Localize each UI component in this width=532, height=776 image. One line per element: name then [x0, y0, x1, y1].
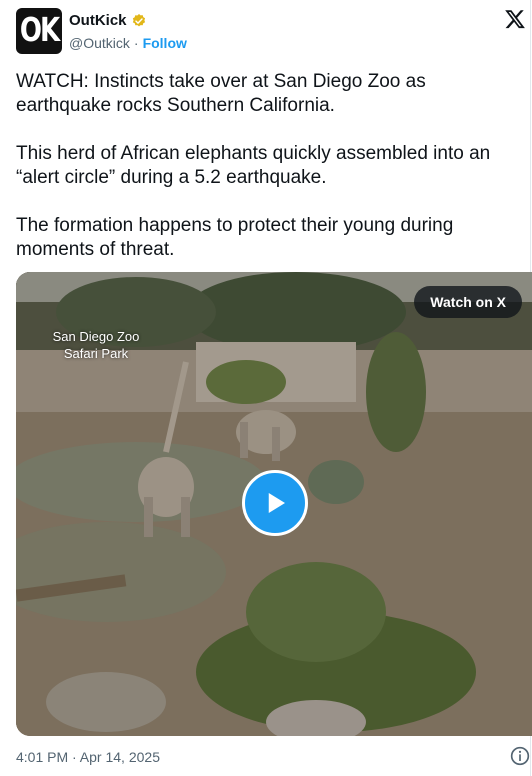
video-player[interactable]: San Diego Zoo Safari Park Watch on X: [16, 272, 532, 736]
tweet-text: WATCH: Instincts take over at San Diego …: [16, 70, 521, 286]
watch-on-x-button[interactable]: Watch on X: [414, 286, 522, 318]
tweet-paragraph: This herd of African elephants quickly a…: [16, 143, 491, 188]
follow-button[interactable]: Follow: [143, 35, 187, 51]
author-handle-row: @Outkick · Follow: [69, 35, 187, 51]
x-logo-icon[interactable]: [504, 8, 526, 30]
tweet-timestamp[interactable]: 4:01 PM · Apr 14, 2025: [16, 749, 160, 765]
play-button[interactable]: [242, 470, 308, 536]
avatar-logo-text: OK: [19, 12, 60, 50]
author-name-row: OutKick: [69, 12, 147, 29]
tweet-paragraph: WATCH: Instincts take over at San Diego …: [16, 71, 426, 116]
author-handle[interactable]: @Outkick: [69, 35, 130, 51]
separator-dot: ·: [133, 35, 139, 51]
avatar[interactable]: OK: [16, 8, 62, 54]
location-overlay: San Diego Zoo Safari Park: [36, 328, 156, 362]
verified-badge-icon: [132, 13, 145, 26]
play-icon: [268, 493, 285, 513]
info-icon[interactable]: [510, 746, 530, 766]
tweet-card: OK OutKick @Outkick · Follow WATCH: Inst…: [0, 0, 532, 776]
tweet-paragraph: The formation happens to protect their y…: [16, 215, 454, 260]
location-overlay-line: Safari Park: [63, 346, 129, 361]
author-name[interactable]: OutKick: [69, 12, 127, 29]
location-overlay-line: San Diego Zoo: [52, 329, 140, 344]
